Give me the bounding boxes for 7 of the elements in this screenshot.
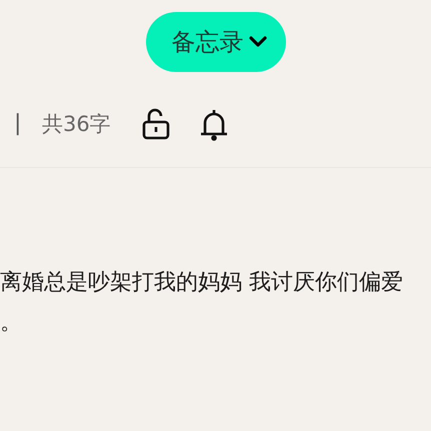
word-count: 共36字 bbox=[42, 110, 111, 138]
note-text-line: 。 bbox=[0, 309, 23, 337]
unlocked-lock-icon[interactable] bbox=[140, 108, 171, 140]
chevron-down-icon bbox=[248, 35, 268, 49]
folder-dropdown[interactable]: 备忘录 bbox=[146, 12, 286, 72]
note-text-line: 离婚总是吵架打我的妈妈 我讨厌你们偏爱 bbox=[0, 269, 404, 297]
text-cursor: | bbox=[14, 111, 22, 136]
